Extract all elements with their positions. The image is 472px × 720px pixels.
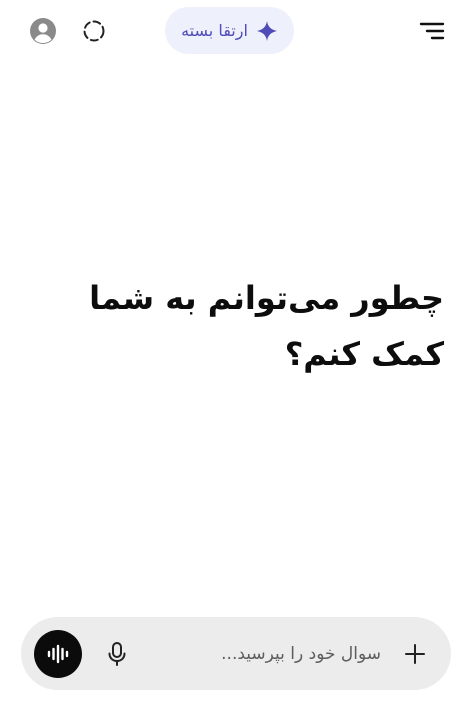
upgrade-plan-label: ارتقا بسته [181,21,248,40]
dashed-circle-icon [83,20,105,42]
microphone-icon [108,642,126,666]
message-composer [21,617,451,690]
voice-mode-button[interactable] [34,630,82,678]
plus-icon [405,644,425,664]
dictation-button[interactable] [101,637,133,671]
account-circle-icon [30,18,56,44]
prompt-input[interactable] [149,637,381,671]
sidebar-menu-button[interactable] [412,11,452,51]
upgrade-plan-button[interactable]: ارتقا بسته [165,7,294,54]
menu-icon [419,22,445,40]
voice-waveform-icon [47,644,69,664]
greeting-heading: چطور می‌توانم به شما کمک کنم؟ [89,279,444,373]
add-attachment-button[interactable] [399,638,431,670]
temporary-chat-button[interactable] [74,11,114,51]
sparkle-icon [256,20,278,42]
chat-home-screen: ارتقا بسته چطور می‌توانم به شما کمک کنم؟ [0,0,472,720]
top-bar: ارتقا بسته [0,0,472,64]
account-button[interactable] [23,11,63,51]
